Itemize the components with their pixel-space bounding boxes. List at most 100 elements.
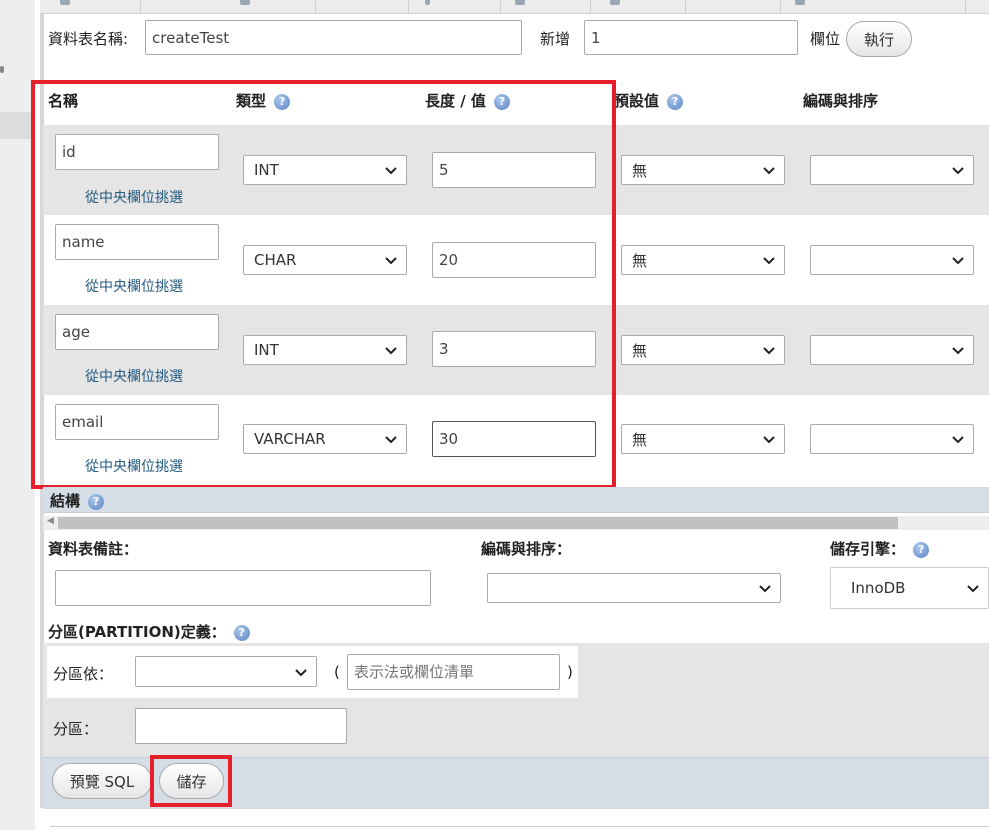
pick-from-central-link[interactable]: 從中央欄位挑選 bbox=[85, 366, 183, 386]
column-collation-select[interactable] bbox=[810, 155, 974, 185]
tab-icon[interactable] bbox=[795, 0, 805, 5]
help-icon[interactable]: ? bbox=[493, 93, 510, 110]
column-header-default: 預設值? bbox=[614, 90, 684, 111]
pick-from-central-link[interactable]: 從中央欄位挑選 bbox=[85, 456, 183, 476]
column-default-value: 無 bbox=[632, 430, 648, 449]
open-paren: ( bbox=[334, 663, 340, 681]
left-navigation-selected bbox=[0, 112, 35, 139]
chevron-down-icon bbox=[952, 347, 964, 355]
partition-count-input[interactable] bbox=[135, 708, 347, 744]
storage-engine-value: InnoDB bbox=[851, 579, 906, 597]
add-columns-label: 新增 bbox=[540, 30, 571, 48]
scroll-left-arrow-icon[interactable]: ◀ bbox=[47, 516, 54, 526]
pick-from-central-link[interactable]: 從中央欄位挑選 bbox=[85, 187, 183, 207]
go-button[interactable]: 執行 bbox=[846, 21, 912, 57]
column-collation-select[interactable] bbox=[810, 424, 974, 454]
table-comment-input[interactable] bbox=[55, 570, 431, 606]
column-header-collation: 編碼與排序 bbox=[803, 92, 879, 110]
tab-icon[interactable] bbox=[425, 0, 430, 5]
chevron-down-icon bbox=[763, 347, 775, 355]
table-comment-label: 資料表備註： bbox=[48, 540, 139, 558]
chevron-down-icon bbox=[385, 167, 397, 175]
chevron-down-icon bbox=[385, 347, 397, 355]
help-icon[interactable]: ? bbox=[88, 493, 105, 510]
table-collation-select[interactable] bbox=[487, 573, 781, 603]
column-length-input[interactable] bbox=[432, 242, 596, 278]
column-name-input[interactable] bbox=[55, 224, 219, 260]
column-length-input[interactable] bbox=[432, 152, 596, 188]
column-default-select[interactable]: 無 bbox=[621, 245, 785, 275]
tab-icon[interactable] bbox=[515, 0, 525, 5]
tab-icon[interactable] bbox=[60, 0, 70, 5]
collapse-handle-icon[interactable] bbox=[0, 66, 4, 73]
help-icon[interactable]: ? bbox=[233, 624, 250, 641]
partition-expression-input[interactable] bbox=[347, 654, 560, 690]
column-default-value: 無 bbox=[632, 341, 648, 360]
column-default-value: 無 bbox=[632, 251, 648, 270]
column-header-default-text: 預設值 bbox=[614, 92, 660, 110]
storage-engine-label-text: 儲存引擎： bbox=[830, 540, 906, 558]
column-type-select[interactable]: INT bbox=[243, 335, 407, 365]
column-type-select[interactable]: CHAR bbox=[243, 245, 407, 275]
column-collation-select[interactable] bbox=[810, 335, 974, 365]
partition-title: 分區(PARTITION)定義：? bbox=[48, 621, 250, 642]
column-header-type: 類型? bbox=[236, 90, 291, 111]
column-type-value: INT bbox=[254, 341, 279, 359]
column-type-select[interactable]: VARCHAR bbox=[243, 424, 407, 454]
help-icon[interactable]: ? bbox=[913, 541, 930, 558]
column-collation-select[interactable] bbox=[810, 245, 974, 275]
chevron-down-icon bbox=[759, 585, 771, 593]
column-type-value: VARCHAR bbox=[254, 430, 326, 448]
storage-engine-label: 儲存引擎：? bbox=[830, 538, 930, 559]
column-type-value: INT bbox=[254, 161, 279, 179]
tab-icon[interactable] bbox=[240, 0, 250, 5]
chevron-down-icon bbox=[952, 257, 964, 265]
column-name-input[interactable] bbox=[55, 134, 219, 170]
add-columns-count-input[interactable] bbox=[584, 20, 798, 55]
partition-by-label: 分區依： bbox=[53, 665, 114, 683]
column-header-name: 名稱 bbox=[48, 92, 79, 110]
column-type-value: CHAR bbox=[254, 251, 297, 269]
save-button[interactable]: 儲存 bbox=[159, 763, 224, 799]
chevron-down-icon bbox=[952, 436, 964, 444]
table-name-label: 資料表名稱: bbox=[48, 30, 129, 48]
column-header-length-text: 長度 / 值 bbox=[425, 92, 486, 110]
tab-separator bbox=[780, 0, 781, 14]
scrollbar-thumb[interactable] bbox=[58, 517, 898, 529]
tab-separator bbox=[408, 0, 409, 14]
table-name-input[interactable] bbox=[145, 20, 522, 55]
column-type-select[interactable]: INT bbox=[243, 155, 407, 185]
close-paren: ) bbox=[567, 663, 573, 681]
preview-sql-button[interactable]: 預覽 SQL bbox=[52, 763, 152, 799]
top-tab-bar bbox=[40, 0, 989, 14]
tab-icon[interactable] bbox=[610, 0, 620, 5]
column-name-input[interactable] bbox=[55, 404, 219, 440]
column-length-input[interactable] bbox=[432, 331, 596, 367]
chevron-down-icon bbox=[952, 167, 964, 175]
structure-title-text: 結構 bbox=[50, 492, 81, 510]
chevron-down-icon bbox=[763, 257, 775, 265]
chevron-down-icon bbox=[967, 585, 979, 593]
chevron-down-icon bbox=[763, 436, 775, 444]
column-length-input[interactable] bbox=[432, 421, 596, 457]
tab-separator bbox=[590, 0, 591, 14]
add-columns-unit-label: 欄位 bbox=[810, 30, 841, 48]
column-default-select[interactable]: 無 bbox=[621, 424, 785, 454]
help-icon[interactable]: ? bbox=[667, 93, 684, 110]
help-icon[interactable]: ? bbox=[274, 93, 291, 110]
pick-from-central-link[interactable]: 從中央欄位挑選 bbox=[85, 276, 183, 296]
chevron-down-icon bbox=[295, 668, 307, 676]
footer-divider bbox=[50, 826, 989, 827]
chevron-down-icon bbox=[385, 436, 397, 444]
storage-engine-select[interactable]: InnoDB bbox=[830, 567, 989, 609]
column-name-input[interactable] bbox=[55, 314, 219, 350]
partition-by-select[interactable] bbox=[135, 656, 317, 687]
tab-separator bbox=[315, 0, 316, 14]
chevron-down-icon bbox=[763, 167, 775, 175]
column-default-select[interactable]: 無 bbox=[621, 155, 785, 185]
column-header-length: 長度 / 值? bbox=[425, 90, 510, 111]
column-default-select[interactable]: 無 bbox=[621, 335, 785, 365]
structure-bar: 結構? bbox=[43, 487, 989, 513]
chevron-down-icon bbox=[385, 257, 397, 265]
tab-separator bbox=[965, 0, 966, 14]
